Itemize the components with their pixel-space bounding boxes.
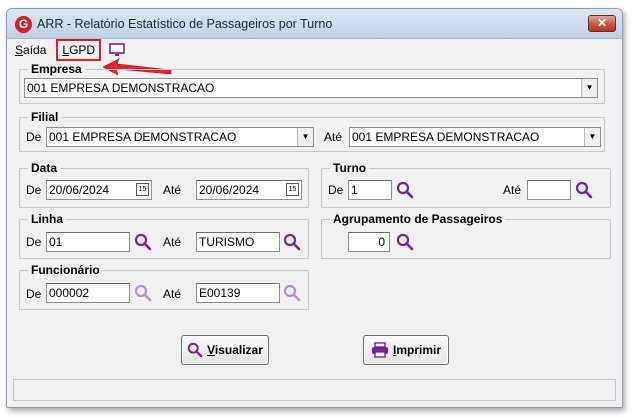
data-ate-input[interactable]: 20/06/2024 15 bbox=[196, 180, 302, 200]
visualizar-button[interactable]: Visualizar bbox=[181, 335, 269, 365]
funcionario-group: Funcionário De 000002 Até E00139 bbox=[19, 263, 309, 310]
status-bar bbox=[13, 379, 616, 401]
window-title: ARR - Relatório Estatístico de Passageir… bbox=[37, 17, 333, 31]
turno-de-label: De bbox=[328, 183, 344, 197]
turno-group: Turno De 1 Até bbox=[321, 161, 611, 208]
imprimir-label-rest: mprimir bbox=[396, 343, 442, 357]
search-icon[interactable] bbox=[396, 233, 414, 251]
funcionario-de-input[interactable]: 000002 bbox=[46, 283, 130, 303]
search-icon[interactable] bbox=[134, 284, 152, 302]
empresa-value: 001 EMPRESA DEMONSTRACAO bbox=[27, 81, 215, 95]
imprimir-label: Imprimir bbox=[393, 343, 441, 357]
menu-lgpd-label: GPD bbox=[69, 43, 96, 57]
search-icon[interactable] bbox=[283, 233, 301, 251]
turno-ate-label: Até bbox=[503, 183, 522, 197]
data-ate-value: 20/06/2024 bbox=[199, 183, 260, 197]
menu-saida[interactable]: Saída bbox=[13, 41, 48, 59]
filial-ate-value: 001 EMPRESA DEMONSTRACAO bbox=[352, 130, 540, 144]
search-icon bbox=[187, 342, 203, 358]
search-icon[interactable] bbox=[283, 284, 301, 302]
linha-ate-value: TURISMO bbox=[199, 235, 255, 249]
printer-icon bbox=[371, 342, 388, 358]
turno-ate-input[interactable] bbox=[527, 180, 571, 200]
filial-legend: Filial bbox=[28, 110, 62, 124]
filial-de-value: 001 EMPRESA DEMONSTRACAO bbox=[49, 130, 237, 144]
imprimir-button[interactable]: Imprimir bbox=[363, 335, 449, 365]
chevron-down-icon[interactable]: ▼ bbox=[297, 128, 313, 146]
empresa-group: Empresa 001 EMPRESA DEMONSTRACAO ▼ bbox=[19, 62, 605, 104]
visualizar-mnemonic: V bbox=[207, 343, 215, 357]
search-icon[interactable] bbox=[134, 233, 152, 251]
visualizar-label-rest: isualizar bbox=[214, 343, 263, 357]
linha-ate-input[interactable]: TURISMO bbox=[196, 232, 280, 252]
menu-bar: Saída LGPD bbox=[13, 39, 125, 61]
search-icon[interactable] bbox=[396, 181, 414, 199]
monitor-icon[interactable] bbox=[109, 43, 125, 57]
data-de-value: 20/06/2024 bbox=[49, 183, 110, 197]
chevron-down-icon[interactable]: ▼ bbox=[581, 79, 597, 97]
funcionario-legend: Funcionário bbox=[28, 263, 103, 277]
agrupamento-input[interactable]: 0 bbox=[348, 232, 390, 252]
calendar-icon[interactable]: 15 bbox=[136, 183, 149, 196]
funcionario-ate-input[interactable]: E00139 bbox=[196, 283, 280, 303]
filial-de-label: De bbox=[26, 130, 42, 144]
funcionario-ate-value: E00139 bbox=[199, 286, 241, 300]
funcionario-de-value: 000002 bbox=[49, 286, 90, 300]
title-bar: G ARR - Relatório Estatístico de Passage… bbox=[7, 9, 622, 39]
data-group: Data De 20/06/2024 15 Até 20/06/2024 15 bbox=[19, 161, 309, 208]
close-button[interactable]: ✕ bbox=[588, 15, 616, 32]
funcionario-de-label: De bbox=[26, 287, 42, 301]
linha-de-value: 01 bbox=[49, 235, 63, 249]
linha-group: Linha De 01 Até TURISMO bbox=[19, 212, 309, 259]
filial-group: Filial De 001 EMPRESA DEMONSTRACAO ▼ Até… bbox=[19, 110, 605, 152]
linha-de-input[interactable]: 01 bbox=[46, 232, 130, 252]
data-legend: Data bbox=[28, 161, 61, 175]
turno-de-input[interactable]: 1 bbox=[348, 180, 392, 200]
visualizar-label: Visualizar bbox=[207, 343, 263, 357]
funcionario-ate-label: Até bbox=[163, 287, 182, 301]
search-icon[interactable] bbox=[575, 181, 593, 199]
linha-legend: Linha bbox=[28, 212, 66, 226]
turno-legend: Turno bbox=[330, 161, 370, 175]
empresa-legend: Empresa bbox=[28, 62, 85, 76]
app-logo: G bbox=[15, 16, 32, 33]
data-ate-label: Até bbox=[163, 183, 182, 197]
agrupamento-group: Agrupamento de Passageiros 0 bbox=[321, 212, 611, 259]
menu-lgpd[interactable]: LGPD bbox=[56, 39, 102, 61]
agrupamento-legend: Agrupamento de Passageiros bbox=[330, 212, 506, 226]
agrupamento-value: 0 bbox=[378, 235, 385, 249]
empresa-select[interactable]: 001 EMPRESA DEMONSTRACAO ▼ bbox=[24, 78, 598, 98]
filial-ate-select[interactable]: 001 EMPRESA DEMONSTRACAO ▼ bbox=[349, 127, 601, 147]
filial-ate-label: Até bbox=[324, 130, 343, 144]
chevron-down-icon[interactable]: ▼ bbox=[584, 128, 600, 146]
menu-saida-label: aída bbox=[23, 43, 47, 57]
filial-de-select[interactable]: 001 EMPRESA DEMONSTRACAO ▼ bbox=[46, 127, 314, 147]
report-window: G ARR - Relatório Estatístico de Passage… bbox=[6, 8, 623, 408]
calendar-icon[interactable]: 15 bbox=[286, 183, 299, 196]
linha-de-label: De bbox=[26, 235, 42, 249]
linha-ate-label: Até bbox=[163, 235, 182, 249]
turno-de-value: 1 bbox=[351, 183, 358, 197]
data-de-label: De bbox=[26, 183, 42, 197]
data-de-input[interactable]: 20/06/2024 15 bbox=[46, 180, 152, 200]
menu-saida-mnemonic: S bbox=[15, 43, 24, 57]
